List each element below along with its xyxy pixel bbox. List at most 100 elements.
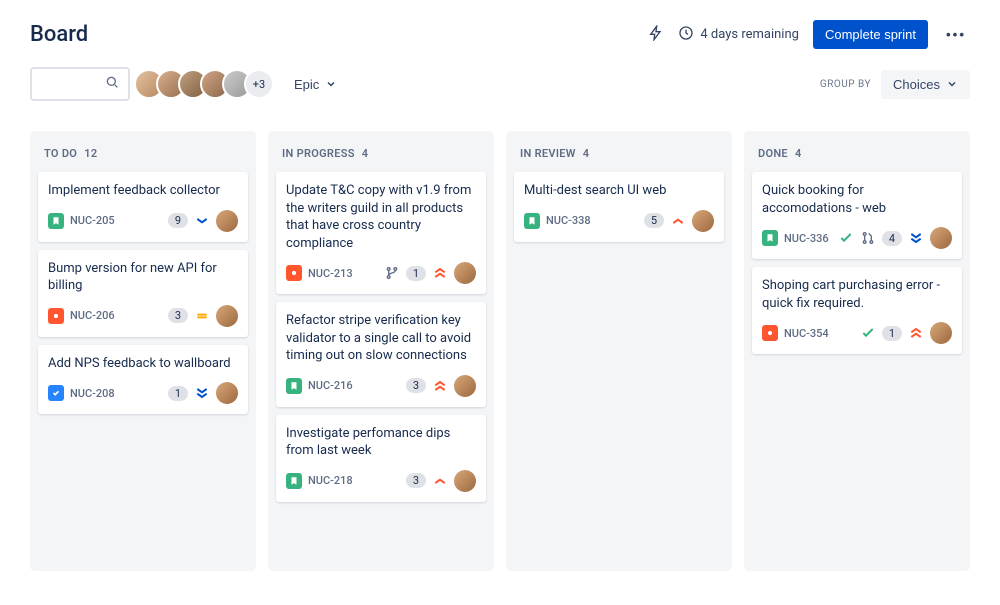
clock-icon bbox=[678, 25, 694, 45]
column-header: DONE 4 bbox=[752, 141, 962, 172]
avatar-overflow[interactable]: +3 bbox=[244, 69, 274, 99]
issue-card[interactable]: Bump version for new API for billing NUC… bbox=[38, 250, 248, 337]
kanban-board: TO DO 12 Implement feedback collector NU… bbox=[30, 131, 970, 571]
column-in-review: IN REVIEW 4 Multi-dest search UI web NUC… bbox=[506, 131, 732, 571]
priority-high-icon bbox=[670, 213, 686, 229]
story-points: 3 bbox=[406, 473, 426, 488]
column-count: 4 bbox=[795, 147, 802, 160]
search-icon bbox=[104, 74, 120, 94]
ticket-id: NUC-216 bbox=[308, 379, 353, 392]
priority-low-icon bbox=[194, 213, 210, 229]
column-count: 4 bbox=[583, 147, 590, 160]
story-points: 1 bbox=[168, 386, 188, 401]
card-title: Update T&C copy with v1.9 from the write… bbox=[286, 182, 476, 252]
epic-filter-button[interactable]: Epic bbox=[286, 73, 345, 96]
assignee-avatar[interactable] bbox=[454, 470, 476, 492]
page-title: Board bbox=[30, 22, 88, 47]
story-points: 1 bbox=[882, 326, 902, 341]
assignee-avatar[interactable] bbox=[216, 305, 238, 327]
ticket-id: NUC-338 bbox=[546, 214, 591, 227]
bug-icon bbox=[48, 308, 64, 324]
chevron-down-icon bbox=[946, 78, 958, 90]
automation-icon[interactable] bbox=[648, 25, 664, 45]
story-points: 9 bbox=[168, 213, 188, 228]
ticket-id: NUC-208 bbox=[70, 387, 115, 400]
column-count: 12 bbox=[84, 147, 97, 160]
card-title: Shoping cart purchasing error - quick fi… bbox=[762, 277, 952, 312]
column-todo: TO DO 12 Implement feedback collector NU… bbox=[30, 131, 256, 571]
column-header: TO DO 12 bbox=[38, 141, 248, 172]
card-title: Bump version for new API for billing bbox=[48, 260, 238, 295]
column-title: IN REVIEW bbox=[520, 147, 576, 160]
priority-lowest-icon bbox=[194, 385, 210, 401]
story-points: 3 bbox=[168, 308, 188, 323]
ticket-id: NUC-218 bbox=[308, 474, 353, 487]
priority-lowest-icon bbox=[908, 230, 924, 246]
avatar-group[interactable]: +3 bbox=[142, 69, 274, 99]
priority-medium-icon bbox=[194, 308, 210, 324]
done-check-icon bbox=[860, 325, 876, 341]
ticket-id: NUC-336 bbox=[784, 232, 829, 245]
branch-icon bbox=[384, 265, 400, 281]
story-icon bbox=[524, 213, 540, 229]
assignee-avatar[interactable] bbox=[930, 322, 952, 344]
search-input[interactable] bbox=[30, 67, 130, 101]
ticket-id: NUC-205 bbox=[70, 214, 115, 227]
column-header: IN REVIEW 4 bbox=[514, 141, 724, 172]
assignee-avatar[interactable] bbox=[692, 210, 714, 232]
task-icon bbox=[48, 385, 64, 401]
issue-card[interactable]: Update T&C copy with v1.9 from the write… bbox=[276, 172, 486, 294]
ticket-id: NUC-354 bbox=[784, 327, 829, 340]
done-check-icon bbox=[838, 230, 854, 246]
assignee-avatar[interactable] bbox=[216, 210, 238, 232]
time-remaining-text: 4 days remaining bbox=[700, 27, 799, 42]
issue-card[interactable]: Multi-dest search UI web NUC-338 5 bbox=[514, 172, 724, 242]
card-title: Implement feedback collector bbox=[48, 182, 238, 200]
epic-filter-label: Epic bbox=[294, 77, 319, 92]
header-actions: 4 days remaining Complete sprint ••• bbox=[648, 20, 970, 49]
column-title: TO DO bbox=[44, 147, 77, 160]
assignee-avatar[interactable] bbox=[930, 227, 952, 249]
issue-card[interactable]: Add NPS feedback to wallboard NUC-208 1 bbox=[38, 345, 248, 415]
issue-card[interactable]: Investigate perfomance dips from last we… bbox=[276, 415, 486, 502]
card-title: Refactor stripe verification key validat… bbox=[286, 312, 476, 365]
issue-card[interactable]: Refactor stripe verification key validat… bbox=[276, 302, 486, 407]
column-count: 4 bbox=[362, 147, 369, 160]
issue-card[interactable]: Shoping cart purchasing error - quick fi… bbox=[752, 267, 962, 354]
bug-icon bbox=[286, 265, 302, 281]
priority-high-icon bbox=[432, 473, 448, 489]
story-points: 4 bbox=[882, 231, 902, 246]
pull-request-icon bbox=[860, 230, 876, 246]
priority-highest-icon bbox=[432, 265, 448, 281]
story-icon bbox=[762, 230, 778, 246]
column-done: DONE 4 Quick booking for accomodations -… bbox=[744, 131, 970, 571]
assignee-avatar[interactable] bbox=[454, 262, 476, 284]
issue-card[interactable]: Quick booking for accomodations - web NU… bbox=[752, 172, 962, 259]
issue-card[interactable]: Implement feedback collector NUC-205 9 bbox=[38, 172, 248, 242]
card-title: Multi-dest search UI web bbox=[524, 182, 714, 200]
story-icon bbox=[286, 473, 302, 489]
story-icon bbox=[286, 378, 302, 394]
story-points: 1 bbox=[406, 266, 426, 281]
column-in-progress: IN PROGRESS 4 Update T&C copy with v1.9 … bbox=[268, 131, 494, 571]
group-by-select[interactable]: Choices bbox=[881, 70, 970, 99]
chevron-down-icon bbox=[325, 78, 337, 90]
story-icon bbox=[48, 213, 64, 229]
story-points: 3 bbox=[406, 378, 426, 393]
column-header: IN PROGRESS 4 bbox=[276, 141, 486, 172]
card-title: Add NPS feedback to wallboard bbox=[48, 355, 238, 373]
assignee-avatar[interactable] bbox=[454, 375, 476, 397]
column-title: IN PROGRESS bbox=[282, 147, 355, 160]
overflow-menu-button[interactable]: ••• bbox=[942, 23, 970, 46]
priority-highest-icon bbox=[432, 378, 448, 394]
card-title: Quick booking for accomodations - web bbox=[762, 182, 952, 217]
story-points: 5 bbox=[644, 213, 664, 228]
group-by-label: GROUP BY bbox=[820, 79, 871, 90]
priority-highest-icon bbox=[908, 325, 924, 341]
column-title: DONE bbox=[758, 147, 788, 160]
time-remaining: 4 days remaining bbox=[678, 25, 799, 45]
complete-sprint-button[interactable]: Complete sprint bbox=[813, 20, 928, 49]
bug-icon bbox=[762, 325, 778, 341]
ticket-id: NUC-213 bbox=[308, 267, 353, 280]
assignee-avatar[interactable] bbox=[216, 382, 238, 404]
